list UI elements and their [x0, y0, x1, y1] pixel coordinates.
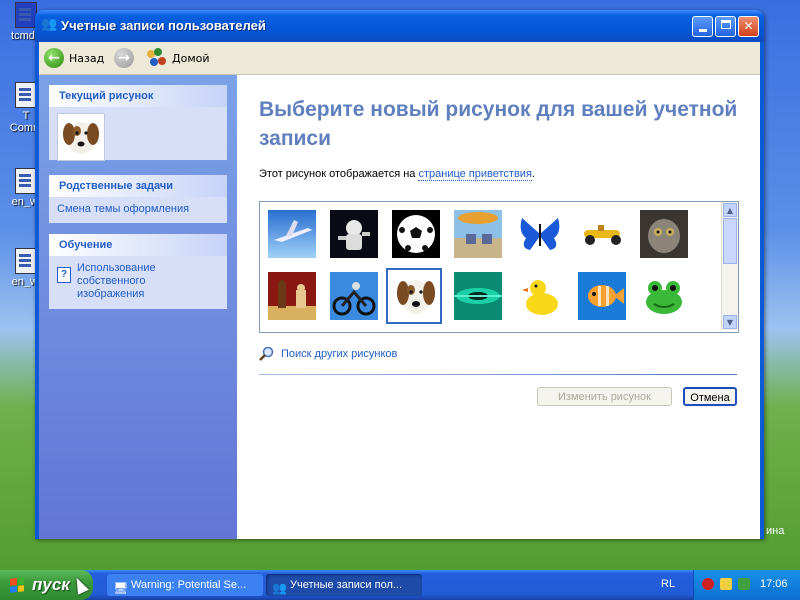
taskbar-warning-window[interactable]: 🖥 Warning: Potential Se... [107, 574, 263, 596]
task-label: Warning: Potential Se... [131, 579, 247, 591]
picture-beach-chairs[interactable] [454, 210, 502, 258]
learn-panel: Обучение ? Использование собственного из… [49, 234, 227, 309]
users-home-icon [147, 48, 167, 68]
forward-button[interactable]: → [114, 46, 134, 70]
clock: 17:06 [760, 578, 788, 590]
welcome-screen-link[interactable]: странице приветствия [418, 168, 532, 181]
task-label: Учетные записи пол... [290, 579, 403, 591]
picture-butterfly[interactable] [516, 210, 564, 258]
maximize-icon [720, 20, 731, 29]
network-icon[interactable] [720, 578, 732, 590]
picture-fish-eye[interactable] [454, 272, 502, 320]
system-tray: 17:06 [693, 570, 800, 600]
user-accounts-task-icon: 👥 [272, 581, 287, 595]
close-icon: ✕ [743, 19, 754, 33]
user-accounts-icon: 👥 [41, 17, 58, 32]
more-pictures-label: Поиск других рисунков [281, 348, 398, 360]
picture-chess[interactable] [268, 272, 316, 320]
scroll-down-button[interactable]: ▼ [723, 315, 737, 329]
divider [259, 374, 737, 375]
page-heading: Выберите новый рисунок для вашей учетной… [259, 98, 738, 150]
cancel-button[interactable]: Отмена [683, 387, 737, 406]
back-arrow-icon: ← [44, 48, 64, 68]
subtext-prefix: Этот рисунок отображается на [259, 168, 419, 180]
help-icon: ? [57, 267, 71, 283]
warning-app-icon: 🖥 [113, 581, 129, 595]
picture-airplane[interactable] [268, 210, 316, 258]
home-label: Домой [172, 51, 210, 65]
related-tasks-title: Родственные задачи [49, 175, 227, 197]
picture-frog[interactable] [640, 272, 688, 320]
picture-gallery[interactable]: ▲ ▼ [259, 201, 739, 333]
more-pictures-link[interactable]: Поиск других рисунков [259, 346, 397, 362]
scroll-up-button[interactable]: ▲ [723, 203, 737, 217]
picture-cat[interactable] [640, 210, 688, 258]
related-tasks-panel: Родственные задачи Смена темы оформления [49, 175, 227, 223]
close-button[interactable]: ✕ [738, 16, 759, 37]
subtext: Этот рисунок отображается на странице пр… [259, 168, 535, 181]
back-label: Назад [69, 51, 105, 65]
task-pane: Текущий рисунок Родственные задачи Смена… [39, 75, 237, 539]
document-icon [15, 168, 37, 194]
language-indicator[interactable]: RL [661, 578, 675, 590]
current-picture-image [57, 113, 105, 161]
magnifier-icon [259, 346, 274, 361]
document-icon [15, 248, 37, 274]
picture-soccer-ball[interactable] [392, 210, 440, 258]
learn-title: Обучение [49, 234, 227, 256]
start-label: пуск [32, 575, 70, 594]
picture-race-car[interactable] [578, 210, 626, 258]
toolbar: ← Назад → Домой [39, 42, 760, 75]
subtext-suffix: . [531, 168, 535, 180]
gallery-scrollbar[interactable]: ▲ ▼ [721, 202, 738, 330]
main-content: Выберите новый рисунок для вашей учетной… [237, 75, 760, 539]
selected-picture-frame [386, 268, 442, 324]
scroll-thumb[interactable] [723, 218, 737, 264]
current-picture-title: Текущий рисунок [49, 85, 227, 107]
picture-duck[interactable] [516, 272, 564, 320]
safe-remove-icon[interactable] [738, 578, 750, 590]
file-icon [15, 2, 37, 28]
change-picture-button[interactable]: Изменить рисунок [537, 387, 672, 406]
taskbar-user-accounts-window[interactable]: 👥 Учетные записи пол... [266, 574, 422, 596]
learn-item[interactable]: ? Использование собственного изображения [49, 256, 227, 307]
shortcut-icon [15, 82, 37, 108]
taskbar: пуск 🖥 Warning: Potential Se... 👥 Учетны… [0, 570, 800, 600]
forward-arrow-icon: → [114, 48, 134, 68]
client-area: Текущий рисунок Родственные задачи Смена… [39, 75, 760, 539]
home-button[interactable]: Домой [147, 46, 210, 70]
back-button[interactable]: ← Назад [44, 46, 104, 70]
maximize-button[interactable] [715, 16, 736, 37]
desktop-edge-text: ина [766, 525, 785, 537]
minimize-icon [698, 29, 707, 32]
picture-fish[interactable] [578, 272, 626, 320]
use-own-picture-link[interactable]: Использование собственного изображения [77, 262, 172, 301]
change-theme-link[interactable]: Смена темы оформления [49, 197, 227, 221]
windows-logo-icon [10, 577, 24, 593]
current-picture-panel: Текущий рисунок [49, 85, 227, 161]
minimize-button[interactable] [692, 16, 713, 37]
user-accounts-window: 👥 Учетные записи пользователей ✕ ← Назад… [35, 10, 764, 539]
title-bar[interactable]: 👥 Учетные записи пользователей ✕ [35, 10, 764, 42]
picture-astronaut[interactable] [330, 210, 378, 258]
picture-motorcycle[interactable] [330, 272, 378, 320]
security-alert-icon[interactable] [702, 578, 714, 590]
window-title: Учетные записи пользователей [61, 18, 266, 33]
